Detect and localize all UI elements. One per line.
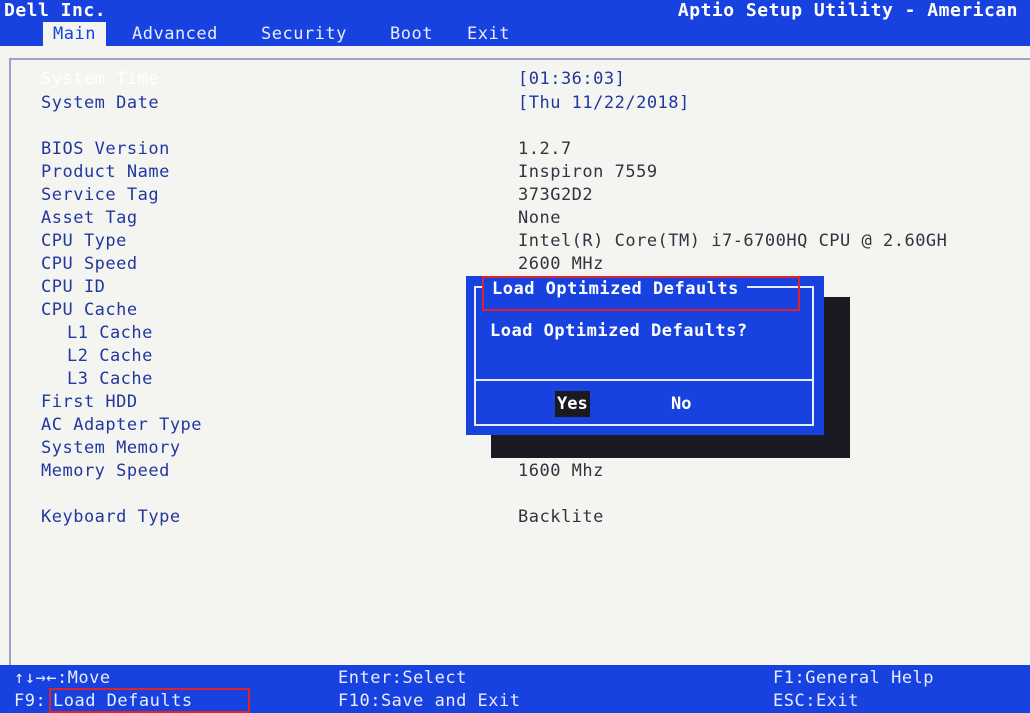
cpu-cache-label: CPU Cache xyxy=(41,300,138,320)
first-hdd-label: First HDD xyxy=(41,392,138,412)
system-date-value[interactable]: [Thu 11/22/2018] xyxy=(518,93,690,113)
cpu-speed-label: CPU Speed xyxy=(41,254,138,274)
memory-speed-value: 1600 Mhz xyxy=(518,461,604,481)
header-bar: Dell Inc. Aptio Setup Utility - American… xyxy=(0,0,1030,46)
move-hint: ↑↓→←:Move xyxy=(14,668,111,688)
utility-title: Aptio Setup Utility - American xyxy=(677,0,1018,21)
service-tag-label: Service Tag xyxy=(41,185,160,205)
dialog-message: Load Optimized Defaults? xyxy=(490,321,748,341)
no-button[interactable]: No xyxy=(669,391,693,417)
service-tag-value: 373G2D2 xyxy=(518,185,594,205)
tab-main[interactable]: Main xyxy=(43,22,106,46)
dialog-title-highlight xyxy=(482,276,800,311)
save-exit-hint: F10:Save and Exit xyxy=(338,691,521,711)
product-name-label: Product Name xyxy=(41,162,170,182)
tab-security[interactable]: Security xyxy=(261,22,347,46)
memory-speed-label: Memory Speed xyxy=(41,461,170,481)
system-memory-label: System Memory xyxy=(41,438,181,458)
l2-cache-label: L2 Cache xyxy=(67,346,153,366)
keyboard-type-label: Keyboard Type xyxy=(41,507,181,527)
f9-key: F9: xyxy=(14,691,47,711)
cpu-type-label: CPU Type xyxy=(41,231,127,251)
l3-cache-label: L3 Cache xyxy=(67,369,153,389)
asset-tag-label: Asset Tag xyxy=(41,208,138,228)
tab-exit[interactable]: Exit xyxy=(467,22,510,46)
vendor-name: Dell Inc. xyxy=(4,0,107,21)
yes-button[interactable]: Yes xyxy=(555,391,590,417)
select-hint: Enter:Select xyxy=(338,668,467,688)
bios-version-label: BIOS Version xyxy=(41,139,170,159)
cpu-id-label: CPU ID xyxy=(41,277,106,297)
load-defaults-highlight xyxy=(49,688,250,713)
product-name-value: Inspiron 7559 xyxy=(518,162,658,182)
bios-version-value: 1.2.7 xyxy=(518,139,572,159)
cpu-speed-value: 2600 MHz xyxy=(518,254,604,274)
tab-advanced[interactable]: Advanced xyxy=(132,22,218,46)
general-help-hint: F1:General Help xyxy=(773,668,935,688)
ac-adapter-type-label: AC Adapter Type xyxy=(41,415,203,435)
system-time-value[interactable]: [01:36:03] xyxy=(518,69,625,89)
tab-boot[interactable]: Boot xyxy=(390,22,433,46)
l1-cache-label: L1 Cache xyxy=(67,323,153,343)
keyboard-type-value: Backlite xyxy=(518,507,604,527)
dialog-divider xyxy=(474,379,814,381)
cpu-type-value: Intel(R) Core(TM) i7-6700HQ CPU @ 2.60GH xyxy=(518,231,948,251)
system-date-label[interactable]: System Date xyxy=(41,93,159,113)
asset-tag-value: None xyxy=(518,208,561,228)
system-time-label[interactable]: System Time xyxy=(41,69,159,89)
esc-exit-hint: ESC:Exit xyxy=(773,691,859,711)
